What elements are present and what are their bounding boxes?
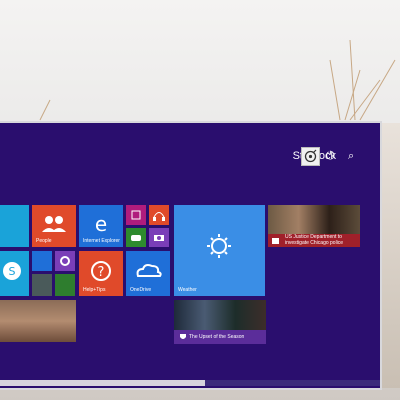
news-headline-2: investigate Chicago police — [285, 240, 344, 246]
tile-news[interactable]: US Justice Department to investigate Chi… — [268, 205, 360, 247]
tile-finance[interactable] — [55, 274, 75, 296]
tile-people-label: People — [36, 238, 52, 244]
scrollbar-thumb[interactable] — [0, 380, 205, 386]
power-icon[interactable]: ⏻ — [326, 150, 335, 163]
tile-video[interactable] — [126, 205, 146, 225]
video-icon — [131, 210, 141, 220]
tile-people[interactable]: People — [32, 205, 76, 247]
trophy-icon — [180, 334, 186, 339]
news-photo — [268, 205, 360, 234]
tile-store[interactable] — [32, 251, 52, 271]
tile-partial-cyan[interactable] — [0, 205, 29, 247]
headphones-icon — [153, 212, 165, 221]
tile-games[interactable] — [126, 228, 146, 247]
tile-skype[interactable]: S — [0, 251, 29, 296]
tile-music[interactable] — [149, 205, 169, 225]
tile-sports[interactable]: The Upset of the Season — [174, 300, 266, 344]
news-icon — [272, 238, 279, 244]
tile-camera[interactable] — [149, 228, 169, 247]
skype-icon: S — [3, 262, 21, 280]
svg-text:?: ? — [98, 265, 105, 280]
tile-help-label: Help+Tips — [83, 287, 106, 293]
user-avatar[interactable] — [301, 147, 320, 166]
tile-onedrive-label: OneDrive — [130, 287, 152, 293]
tile-internet-explorer[interactable]: e Internet Explorer — [79, 205, 123, 247]
svg-text:S: S — [9, 265, 16, 278]
search-icon[interactable]: ⌕ — [348, 150, 354, 163]
gamepad-icon — [131, 235, 141, 241]
tile-help-tips[interactable]: ? Help+Tips — [79, 251, 123, 296]
tile-reader[interactable] — [32, 274, 52, 296]
avatar-logo-icon — [304, 149, 317, 163]
tile-weather[interactable]: Weather — [174, 205, 265, 296]
tile-onedrive[interactable]: OneDrive — [126, 251, 170, 296]
tile-photos[interactable] — [0, 300, 76, 342]
sports-headline: The Upset of the Season — [189, 334, 245, 340]
desktop-right-edge — [380, 123, 400, 388]
svg-text:e: e — [95, 212, 107, 236]
camera-icon — [154, 235, 164, 241]
sun-icon — [207, 234, 231, 258]
gear-icon — [60, 256, 70, 266]
tile-weather-label: Weather — [178, 287, 197, 293]
tile-ie-label: Internet Explorer — [83, 238, 120, 244]
tile-settings[interactable] — [55, 251, 75, 271]
sports-photo — [174, 300, 266, 330]
